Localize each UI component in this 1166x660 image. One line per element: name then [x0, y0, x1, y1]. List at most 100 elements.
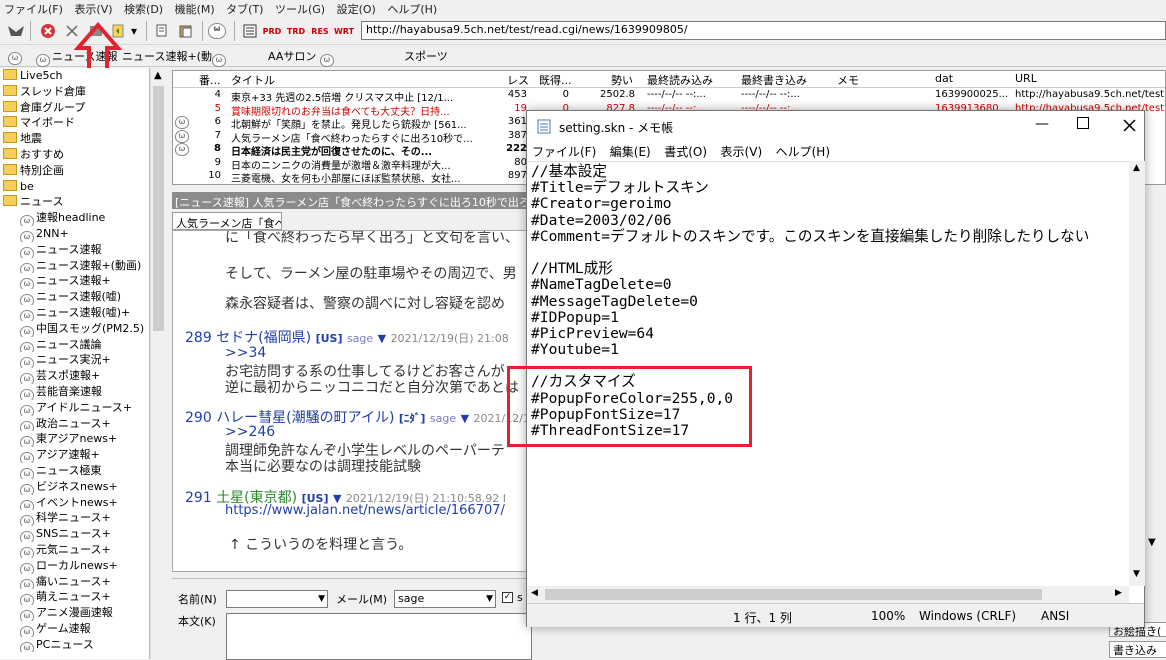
tree-board[interactable]: ω 中国スモッグ(PM2.5) — [0, 321, 149, 337]
thread-scrollbar[interactable] — [1149, 209, 1163, 537]
tree-board[interactable]: ω ニュース実況+ — [0, 352, 149, 369]
np-menu-help[interactable]: ヘルプ(H) — [771, 141, 835, 162]
tree-board[interactable]: ω アジア速報+ — [0, 447, 149, 463]
tree-board[interactable]: ω ニュース速報+ — [0, 273, 149, 290]
board-list-icon[interactable] — [240, 21, 260, 41]
tree-board[interactable]: ω アイドルニュース+ — [0, 400, 149, 416]
tab-aa-salon[interactable]: AAサロン ω — [268, 48, 336, 67]
notepad-titlebar[interactable]: setting.skn - メモ帳 — — [527, 111, 1144, 141]
menu-tool[interactable]: ツール(G) — [271, 0, 329, 18]
chevron-down-icon[interactable]: ▼ — [486, 594, 493, 604]
tree-board[interactable]: ω ニュース速報(嘘) — [0, 289, 149, 305]
tab-news-plus-video[interactable]: ニュース速報+(動 ω — [122, 48, 228, 67]
tree-scrollbar[interactable]: ▲ — [150, 68, 165, 659]
col-lastread[interactable]: 最終読み込み — [647, 72, 713, 88]
np-menu-view[interactable]: 表示(V) — [716, 141, 768, 162]
menu-tab[interactable]: タブ(T) — [222, 0, 267, 18]
scroll-up-icon[interactable]: ▲ — [1133, 163, 1140, 173]
menu-search[interactable]: 検索(D) — [120, 0, 167, 18]
tree-board[interactable]: ω 萌えニュース+ — [0, 589, 149, 606]
menu-function[interactable]: 機能(M) — [171, 0, 219, 18]
np-menu-file[interactable]: ファイル(F) — [527, 141, 601, 162]
maximize-button[interactable] — [1077, 117, 1089, 129]
tree-board[interactable]: ω ビジネスnews+ — [0, 479, 149, 495]
tree-board[interactable]: ω ニュース速報 — [0, 242, 149, 258]
tree-board[interactable]: ω 速報headline — [0, 210, 149, 226]
col-title[interactable]: タイトル — [231, 72, 275, 88]
post-menu-icon[interactable]: ▼ — [378, 332, 386, 345]
col-power[interactable]: 勢い — [611, 72, 633, 88]
tree-folder[interactable]: マイボード — [0, 115, 149, 131]
tree-board[interactable]: ω ニュース極東 — [0, 463, 149, 479]
post-number[interactable]: 290 — [185, 410, 212, 426]
scroll-down-icon[interactable]: ▼ — [1148, 537, 1156, 548]
stop-icon[interactable] — [38, 21, 58, 41]
tree-board[interactable]: ω 芸能音楽速報 — [0, 384, 149, 400]
tree-board[interactable]: ω ローカルnews+ — [0, 558, 149, 574]
trd-icon[interactable]: TRD — [286, 21, 306, 41]
wrt-icon[interactable]: WRT — [334, 21, 354, 41]
np-menu-format[interactable]: 書式(O) — [659, 141, 712, 162]
tree-board[interactable]: ω ゲーム速報 — [0, 621, 149, 637]
tree-board[interactable]: ω ニュース速報+(動画) — [0, 258, 149, 274]
aa-cat-icon[interactable]: ω — [208, 21, 228, 41]
copy-icon[interactable] — [152, 21, 172, 41]
tree-board[interactable]: ω ニュース速報(嘘)+ — [0, 305, 149, 321]
tree-folder[interactable]: おすすめ — [0, 147, 149, 163]
tree-board[interactable]: ω PCニュース — [0, 637, 149, 653]
scroll-down-icon[interactable]: ▼ — [1133, 569, 1140, 579]
tree-board[interactable]: ω 元気ニュース+ — [0, 542, 149, 558]
col-dat[interactable]: dat — [935, 72, 953, 85]
col-number[interactable]: 番... — [199, 72, 221, 88]
close-icon[interactable] — [1123, 119, 1136, 132]
menu-file[interactable]: ファイル(F) — [0, 0, 67, 18]
tree-board[interactable]: ω SNSニュース+ — [0, 526, 149, 542]
post-anchor[interactable]: >>246 — [225, 424, 275, 440]
tree-board[interactable]: ω 政治ニュース+ — [0, 416, 149, 432]
col-res[interactable]: レス — [507, 72, 529, 88]
mail-field[interactable]: sage ▼ — [394, 590, 496, 608]
tree-folder[interactable]: 地震 — [0, 131, 149, 147]
thread-row[interactable]: 4 東京+33 先週の2.5倍増 クリスマス中止 [12/1... 453 0 2502… — [173, 89, 1165, 104]
tree-board[interactable]: ω 科学ニュース+ — [0, 510, 149, 527]
minimize-button[interactable]: — — [1035, 116, 1049, 132]
menu-settings[interactable]: 設定(O) — [333, 0, 380, 18]
paste-icon[interactable] — [176, 21, 196, 41]
tree-folder[interactable]: スレッド倉庫 — [0, 84, 149, 100]
tree-folder[interactable]: 特別企画 — [0, 163, 149, 179]
tree-folder[interactable]: ニュース — [0, 194, 149, 210]
notepad-hscrollbar[interactable]: ◀ ▶ — [527, 586, 1129, 603]
col-lastwrite[interactable]: 最終書き込み — [741, 72, 807, 88]
url-input[interactable]: http://hayabusa9.5ch.net/test/read.cgi/n… — [361, 21, 1166, 40]
col-got[interactable]: 既得... — [539, 72, 572, 88]
tree-board[interactable]: ω イベントnews+ — [0, 495, 149, 511]
menu-view[interactable]: 表示(V) — [70, 0, 116, 18]
scroll-thumb[interactable] — [153, 86, 164, 331]
name-field[interactable]: ▼ — [226, 590, 328, 608]
tree-board[interactable]: ω 芸スポ速報+ — [0, 368, 149, 384]
notepad-vscrollbar[interactable]: ▲ ▼ — [1129, 161, 1145, 586]
tree-board[interactable]: ω アニメ漫画速報 — [0, 605, 149, 621]
post-anchor[interactable]: >>34 — [225, 345, 266, 361]
post-number[interactable]: 291 — [185, 490, 212, 506]
write-button[interactable]: 書き込み — [1109, 641, 1166, 658]
sage-checkbox[interactable]: ✓ — [502, 592, 513, 603]
menu-help[interactable]: ヘルプ(H) — [383, 0, 441, 18]
prd-icon[interactable]: PRD — [262, 21, 282, 41]
scroll-right-icon[interactable]: ▶ — [1115, 588, 1122, 598]
tree-board[interactable]: ω 2NN+ — [0, 226, 149, 242]
thread-tab[interactable]: 人気ラーメン店「食べ — [172, 212, 282, 230]
col-memo[interactable]: メモ — [837, 72, 859, 88]
post-menu-icon[interactable]: ▼ — [461, 412, 469, 425]
tree-folder[interactable]: be — [0, 179, 149, 195]
tree-folder[interactable]: Live5ch — [0, 68, 149, 84]
tab-sports[interactable]: スポーツ — [404, 48, 448, 64]
np-menu-edit[interactable]: 編集(E) — [605, 141, 656, 162]
body-textarea[interactable] — [226, 613, 532, 660]
tree-folder[interactable]: 倉庫グループ — [0, 100, 149, 116]
col-url[interactable]: URL — [1015, 72, 1037, 85]
tree-board[interactable]: ω 痛いニュース+ — [0, 574, 149, 590]
post-link[interactable]: https://www.jalan.net/news/article/16670… — [225, 503, 505, 518]
scroll-up-icon[interactable]: ▲ — [154, 70, 162, 81]
logo-icon[interactable] — [6, 21, 26, 41]
